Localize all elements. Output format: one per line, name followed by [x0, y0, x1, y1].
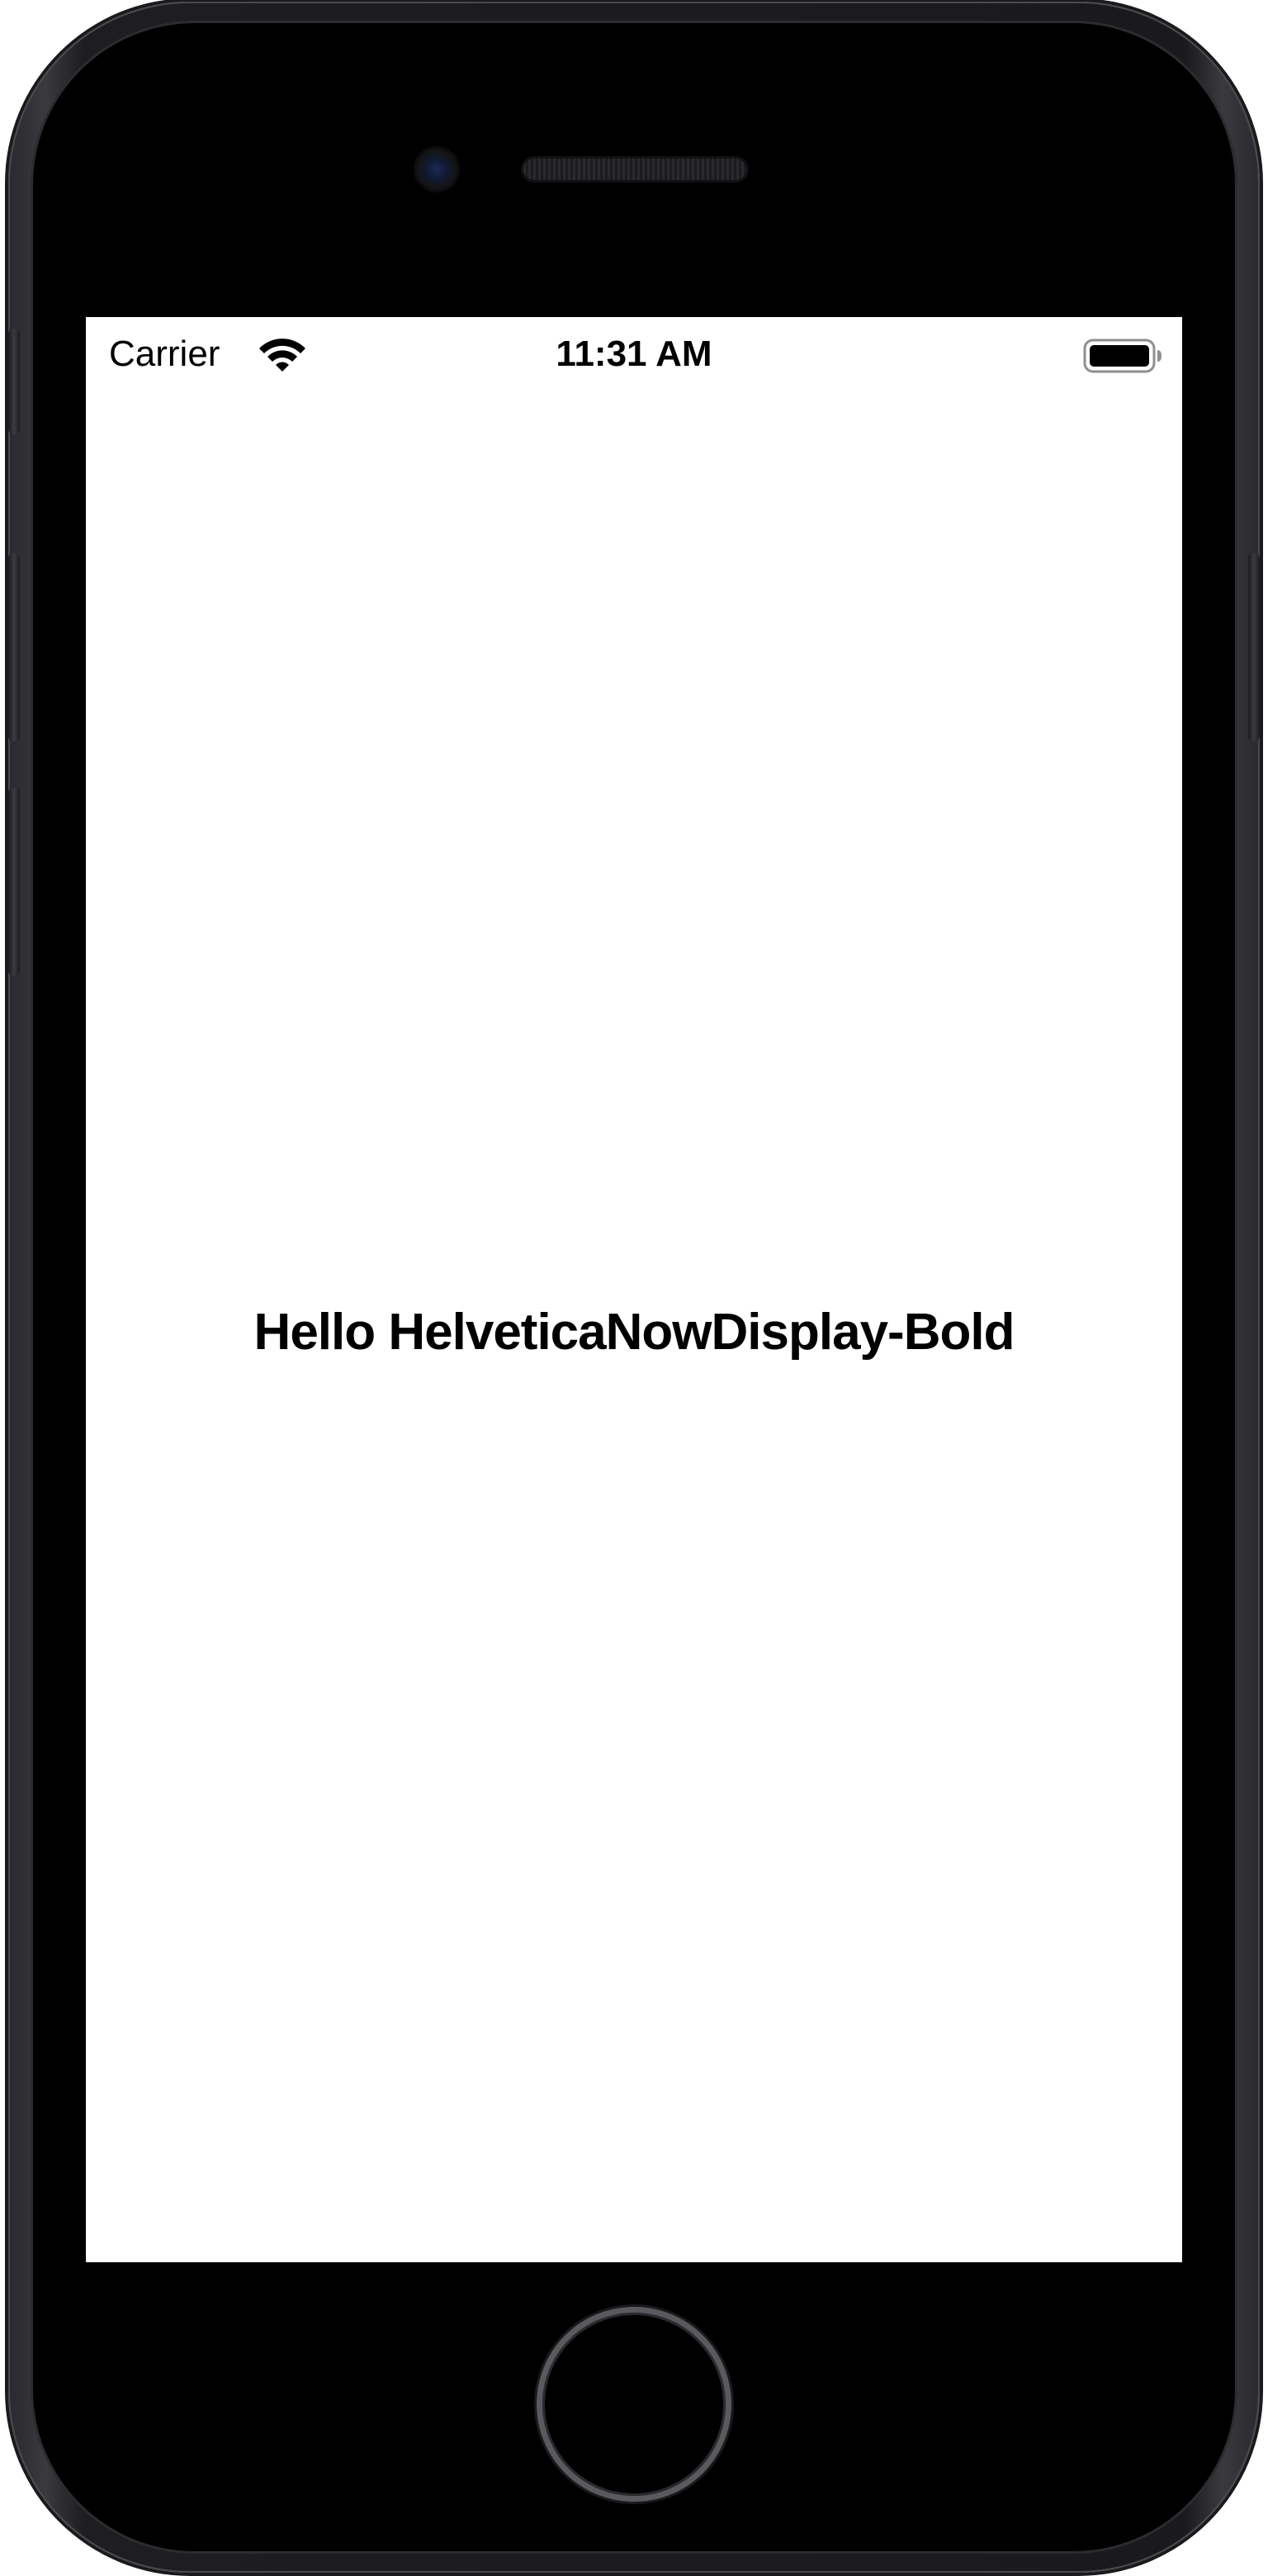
volume-up-button: [8, 553, 20, 741]
status-time: 11:31 AM: [556, 334, 712, 374]
status-bar: Carrier 11:31 AM: [86, 317, 1182, 396]
home-button[interactable]: [537, 2307, 731, 2502]
front-camera: [416, 149, 457, 190]
earpiece-speaker: [523, 159, 746, 180]
app-screen: Carrier 11:31 AM Hello HelveticaNowDispl…: [86, 317, 1182, 2262]
hello-label: Hello HelveticaNowDisplay-Bold: [253, 1304, 1015, 1361]
battery-full-icon: [1083, 339, 1162, 373]
power-button: [1248, 553, 1260, 741]
volume-down-button: [8, 788, 20, 976]
silent-switch: [8, 329, 20, 434]
